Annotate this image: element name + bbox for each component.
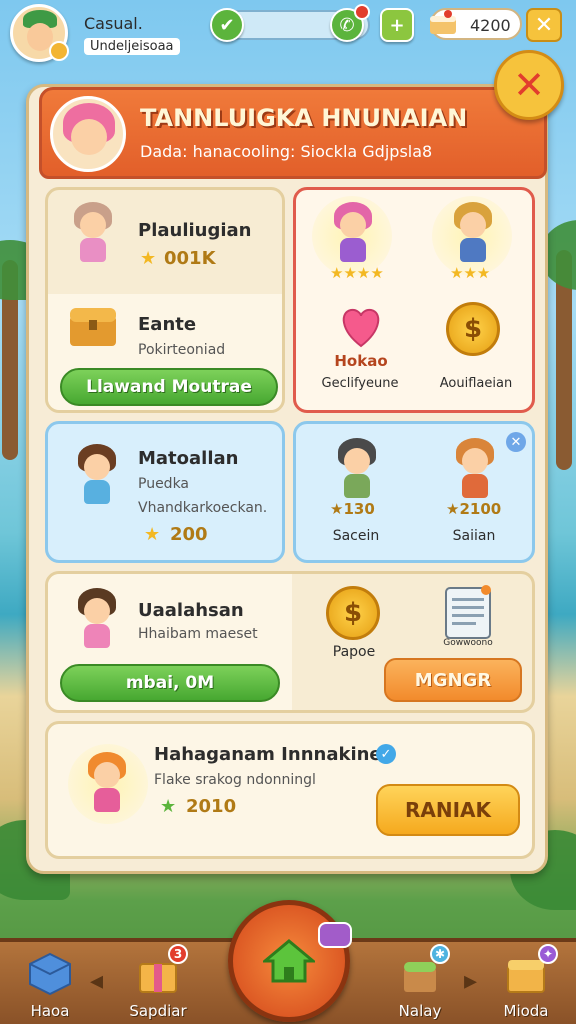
card-description: Pokirteoniad — [138, 342, 226, 358]
top-bar: Casual. Undeljeisoaa ✔ ✆ + 4200 ✕ — [0, 0, 576, 64]
card-title: Matoallan — [138, 448, 239, 469]
notification-dot — [354, 4, 370, 20]
star-icon: ★ — [160, 796, 177, 817]
character-avatar — [72, 588, 122, 650]
close-icon[interactable]: ✕ — [526, 8, 562, 42]
panel-close-button[interactable]: ✕ — [494, 50, 564, 120]
home-button[interactable] — [228, 900, 350, 1022]
hero-avatar — [450, 438, 500, 500]
nav-item-sapdiar[interactable]: 3 Sapdiar — [118, 944, 198, 1024]
star-rating: ★★★ — [450, 264, 491, 282]
star-icon: ★ — [140, 248, 157, 269]
nav-item-nalay[interactable]: ✱ Nalay — [380, 944, 460, 1024]
claim-button[interactable]: mbai, 0M — [60, 664, 280, 702]
card-description: Puedka — [138, 476, 190, 492]
document-icon — [445, 585, 491, 639]
snowflake-badge: ✱ — [430, 944, 450, 964]
coin-value: 4200 — [470, 16, 511, 35]
hero-label: Sacein — [332, 528, 380, 544]
main-panel: TANNLUIGKA HNUNAIAN Dada: hanacooling: S… — [26, 84, 548, 874]
character-avatar — [68, 202, 118, 264]
rank-button[interactable]: RANIAK — [376, 784, 520, 836]
hero-avatar — [448, 202, 498, 264]
cake-icon — [430, 10, 456, 34]
add-icon[interactable]: + — [380, 8, 414, 42]
character-avatar — [82, 752, 132, 814]
nav-label: Haoa — [30, 1002, 70, 1020]
hero-label: Saiian — [452, 528, 496, 544]
arrow-left-icon[interactable]: ◂ — [90, 966, 103, 996]
notification-badge: 3 — [168, 944, 188, 964]
card-title: Eante — [138, 314, 197, 335]
hero-reward-card[interactable]: ★★★★ ★★★ Hokao Geclifyeune $ Aouiflaeian — [293, 187, 535, 413]
item-caption: Geclifyeune — [321, 376, 399, 391]
nav-label: Nalay — [398, 1002, 442, 1020]
coin-counter: 4200 — [430, 8, 522, 40]
hero-value: ★2100 — [446, 500, 502, 518]
card-value: 001K — [164, 248, 216, 269]
panel-title: TANNLUIGKA HNUNAIAN — [140, 104, 468, 132]
arrow-right-icon[interactable]: ▸ — [464, 966, 477, 996]
star-rating: ★★★★ — [330, 264, 384, 282]
verified-icon: ✓ — [376, 744, 396, 764]
item-label: Hokao — [334, 352, 388, 370]
coin-label: Papoe — [332, 644, 376, 660]
card-description: Vhandkarkoeckan. — [138, 500, 268, 516]
hero-avatar — [328, 202, 378, 264]
card-title: Uaalahsan — [138, 600, 244, 621]
panel-header: TANNLUIGKA HNUNAIAN Dada: hanacooling: S… — [39, 87, 547, 179]
coin-icon: $ — [326, 586, 380, 640]
panel-subtitle: Dada: hanacooling: Siockla Gdjpsla8 — [140, 142, 433, 161]
item-caption: Aouiflaeian — [439, 376, 513, 391]
home-icon — [263, 939, 315, 983]
card-description: Flake srakog ndonningl — [154, 772, 316, 788]
card-title: Plauliugian — [138, 220, 252, 241]
nav-item-mioda[interactable]: ✦ Mioda — [486, 944, 566, 1024]
cube-icon — [29, 952, 71, 996]
card-value: 200 — [170, 524, 208, 545]
document-label: Gowwoono — [443, 638, 493, 648]
card-description: Hhaibam maeset — [138, 626, 258, 642]
card-value: 2010 — [186, 796, 237, 817]
star-icon: ★ — [144, 524, 161, 545]
character-avatar — [72, 444, 122, 506]
player-avatar[interactable] — [10, 4, 69, 62]
chat-bubble-icon[interactable] — [318, 922, 352, 948]
event-card[interactable]: Hahaganam Innnakine ✓ Flake srakog ndonn… — [45, 721, 535, 859]
treasure-chest-icon — [70, 308, 116, 346]
nav-item-haoa[interactable]: Haoa — [10, 950, 90, 1024]
coin-sack-icon: $ — [446, 302, 500, 356]
quest-card[interactable]: Uaalahsan Hhaibam maeset mbai, 0M $ Papo… — [45, 571, 535, 713]
reward-button[interactable]: Llawand Moutrae — [60, 368, 278, 406]
header-portrait — [50, 96, 126, 172]
player-status: Undeljeisoaa — [84, 38, 180, 55]
card-title: Hahaganam Innnakine — [154, 744, 382, 765]
player-name: Casual. — [84, 14, 143, 33]
energy-icon[interactable]: ✔ — [210, 8, 244, 42]
manage-button[interactable]: MGNGR — [384, 658, 522, 702]
hero-card-blue[interactable]: ★130 Sacein ★2100 Saiian ✕ — [293, 421, 535, 563]
character-card-2[interactable]: Matoallan Puedka Vhandkarkoeckan. ★ 200 — [45, 421, 285, 563]
heart-icon — [342, 308, 380, 348]
close-icon[interactable]: ✕ — [506, 432, 526, 452]
character-card-1[interactable]: Plauliugian ★ 001K Eante Pokirteoniad Ll… — [45, 187, 285, 413]
hero-value: ★130 — [330, 500, 375, 518]
star-badge: ✦ — [538, 944, 558, 964]
hero-avatar — [332, 438, 382, 500]
nav-label: Sapdiar — [129, 1002, 187, 1020]
nav-label: Mioda — [503, 1002, 549, 1020]
